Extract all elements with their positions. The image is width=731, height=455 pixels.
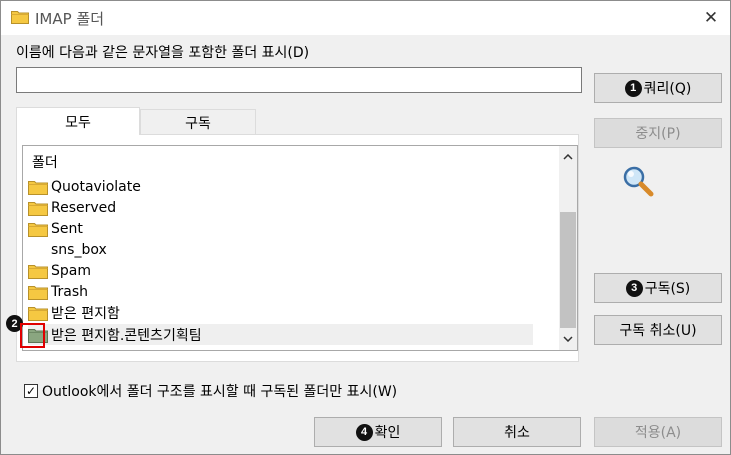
chevron-up-icon: [563, 154, 573, 160]
list-item-label: Sent: [51, 220, 83, 237]
list-item-label: Quotaviolate: [51, 178, 141, 195]
step-badge: 1: [624, 79, 642, 97]
folder-icon: [11, 10, 29, 28]
filter-label: 이름에 다음과 같은 문자열을 포함한 폴더 표시(D): [16, 45, 310, 61]
cancel-button-label: 취소: [504, 425, 530, 441]
list-item[interactable]: Spam: [28, 260, 533, 281]
title-bar: IMAP 폴더 ✕: [1, 1, 730, 35]
folder-filter-input[interactable]: [16, 67, 582, 93]
chevron-down-icon: [563, 336, 573, 342]
magnifier-icon: [621, 164, 655, 202]
window-title: IMAP 폴더: [35, 10, 105, 28]
unsubscribe-button[interactable]: 구독 취소(U): [594, 315, 722, 345]
subscribed-only-label: Outlook에서 폴더 구조를 표시할 때 구독된 폴더만 표시(W): [42, 384, 398, 400]
stop-button-label: 중지(P): [635, 126, 681, 142]
folder-icon: [28, 263, 48, 279]
scroll-down-button[interactable]: [559, 330, 577, 348]
list-item[interactable]: Reserved: [28, 197, 533, 218]
tab-subscribed-label: 구독: [185, 115, 211, 132]
list-item[interactable]: Sent: [28, 218, 533, 239]
unsubscribe-button-label: 구독 취소(U): [619, 323, 697, 339]
stop-button[interactable]: 중지(P): [594, 118, 722, 148]
list-item-label: 받은 편지함.콘텐츠기획팀: [51, 327, 202, 344]
ok-button[interactable]: 4 확인: [314, 417, 442, 447]
list-item-label: Spam: [51, 262, 91, 279]
step-badge: 3: [625, 279, 643, 297]
folder-icon: [28, 221, 48, 237]
check-icon: ✓: [25, 384, 37, 398]
subscribe-button[interactable]: 3 구독(S): [594, 273, 722, 303]
list-item[interactable]: sns_box: [28, 239, 533, 260]
list-item-label: sns_box: [51, 241, 107, 258]
list-item-selected[interactable]: 받은 편지함.콘텐츠기획팀: [28, 324, 533, 345]
folder-icon: [28, 305, 48, 321]
query-button-label: 쿼리(Q): [643, 81, 692, 97]
folder-list[interactable]: 폴더 Quotaviolate Reserved Sent sns_box Sp…: [22, 145, 578, 351]
query-button[interactable]: 1 쿼리(Q): [594, 73, 722, 103]
list-item-label: Reserved: [51, 199, 117, 216]
subscribed-only-option[interactable]: ✓ Outlook에서 폴더 구조를 표시할 때 구독된 폴더만 표시(W): [24, 381, 397, 401]
close-button[interactable]: ✕: [698, 5, 724, 31]
folder-icon: [28, 284, 48, 300]
scroll-up-button[interactable]: [559, 148, 577, 166]
subscribe-button-label: 구독(S): [644, 281, 691, 297]
imap-folders-dialog: IMAP 폴더 ✕ 이름에 다음과 같은 문자열을 포함한 폴더 표시(D) 1…: [0, 0, 731, 455]
step-badge: 4: [355, 423, 373, 441]
list-item-label: Trash: [51, 283, 88, 300]
apply-button-label: 적용(A): [634, 425, 682, 441]
close-icon: ✕: [703, 8, 719, 28]
ok-button-label: 확인: [374, 425, 401, 441]
list-item[interactable]: 받은 편지함: [28, 302, 533, 323]
apply-button[interactable]: 적용(A): [594, 417, 722, 447]
subscribed-only-checkbox[interactable]: ✓: [24, 384, 38, 398]
cancel-button[interactable]: 취소: [453, 417, 581, 447]
vertical-scrollbar[interactable]: [559, 146, 577, 350]
scroll-thumb[interactable]: [560, 212, 576, 328]
folder-list-header: 폴더: [32, 155, 58, 171]
tab-all-label: 모두: [65, 114, 91, 131]
folder-icon: [28, 179, 48, 195]
folder-icon: [28, 200, 48, 216]
list-item[interactable]: Quotaviolate: [28, 176, 533, 197]
highlight-marker: [20, 323, 45, 348]
tab-subscribed[interactable]: 구독: [140, 109, 256, 135]
tab-all[interactable]: 모두: [16, 107, 140, 135]
list-item-label: 받은 편지함: [51, 305, 120, 322]
list-item[interactable]: Trash: [28, 281, 533, 302]
